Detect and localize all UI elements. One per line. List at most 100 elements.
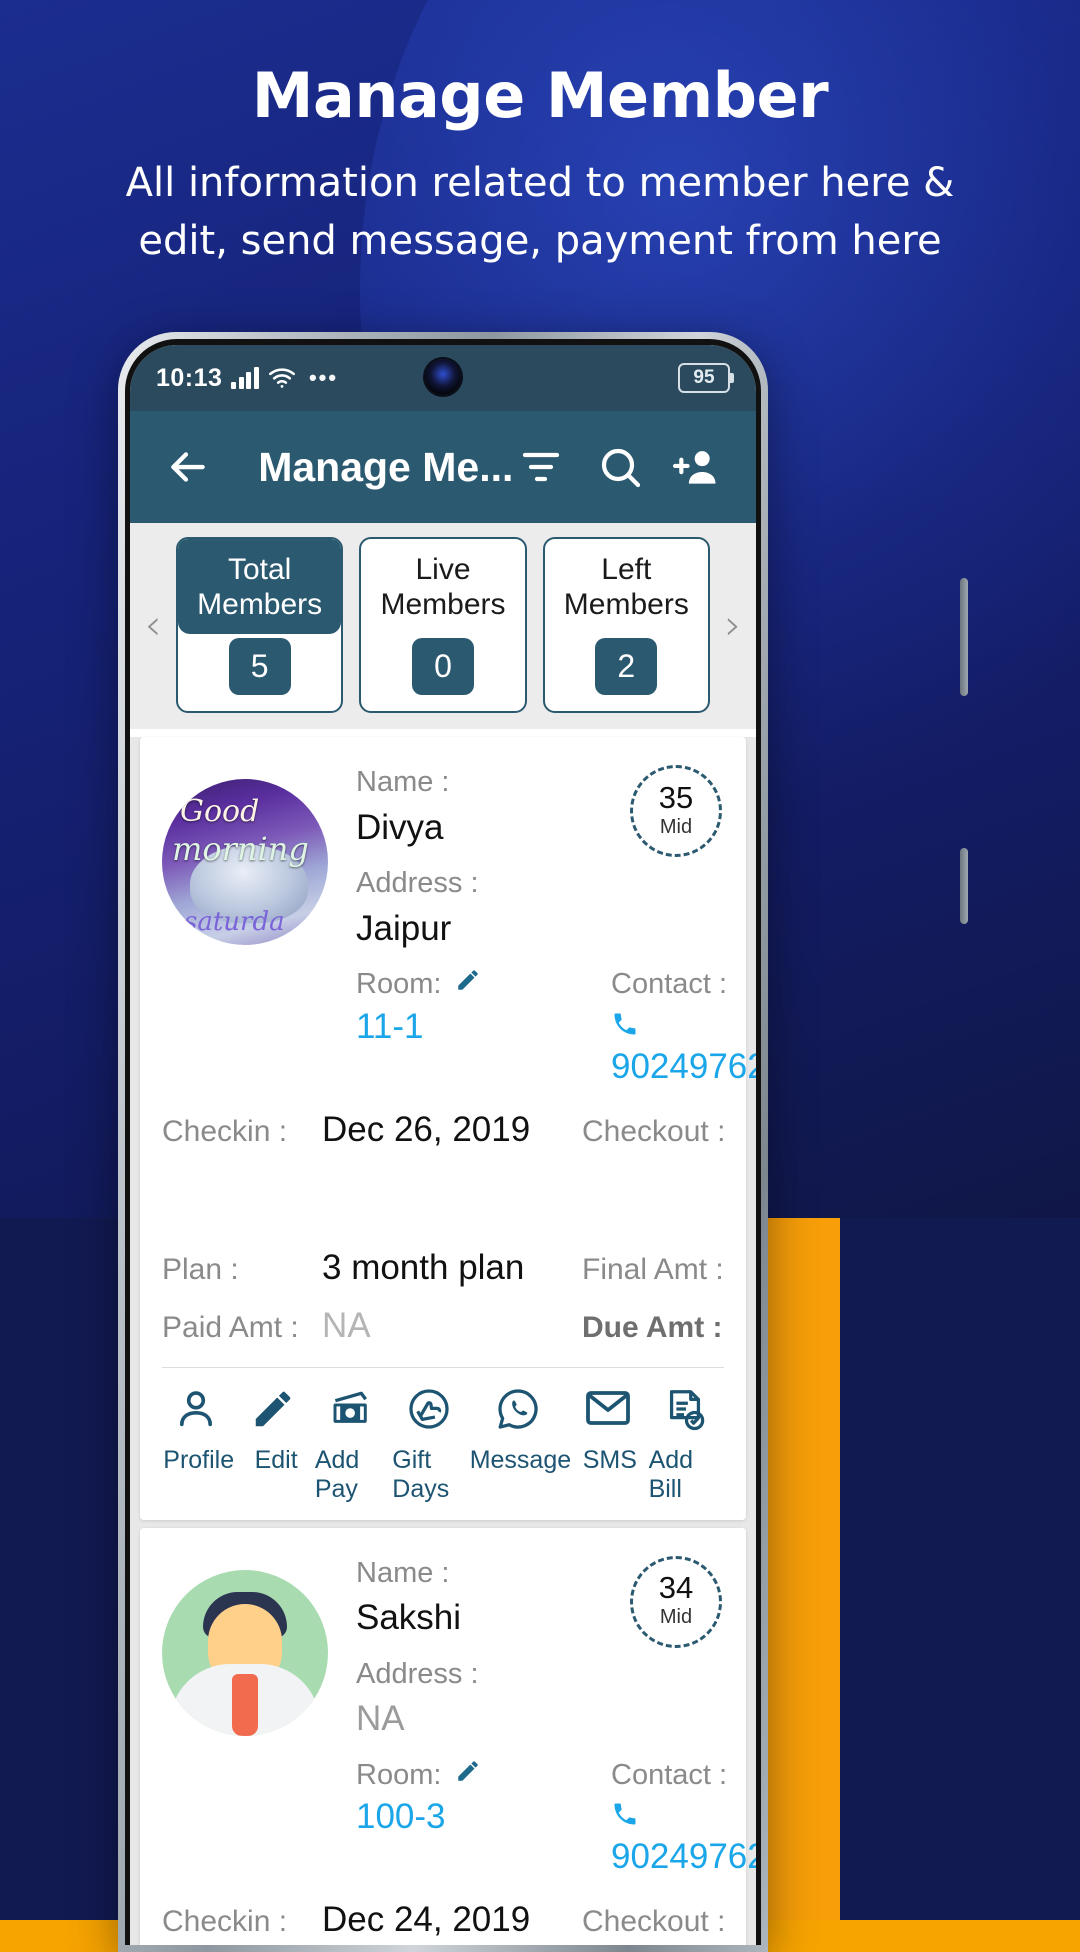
address-label: Address :	[356, 867, 479, 899]
member-action-bar: Profile Edit Add Pay Gift Days Message S…	[140, 1368, 746, 1520]
status-time: 10:13	[156, 363, 223, 392]
room-contact-row: Room: 100-3 Contact : 9024976	[356, 1754, 756, 1878]
avatar[interactable]	[162, 1569, 328, 1736]
table-row: Checkin : Dec 24, 2019 Checkout : Jan 23…	[162, 1891, 725, 1945]
checkin-label: Checkin :	[162, 1905, 288, 1938]
table-row: Plan : 3 month plan Final Amt : 0	[162, 1239, 724, 1297]
tab-live-members-count: 0	[411, 638, 474, 695]
action-add-bill[interactable]: Add Bill	[649, 1386, 726, 1504]
action-edit-label: Edit	[254, 1445, 298, 1474]
chevron-left-icon[interactable]: ‹	[130, 604, 176, 646]
pencil-icon[interactable]	[455, 1759, 481, 1791]
wifi-icon	[268, 367, 296, 389]
pencil-icon[interactable]	[455, 968, 481, 1000]
status-badge: 35 Mid	[630, 765, 722, 857]
promo-subtitle-line-2: edit, send message, payment from here	[138, 218, 942, 265]
member-contact[interactable]: 9024976278	[611, 1007, 756, 1087]
avatar-text-2: morning	[172, 830, 309, 868]
badge-text: Mid	[659, 1606, 693, 1628]
member-card[interactable]: Good morning saturda Name : Divya Addres…	[140, 737, 756, 1520]
checkout-label: Checkout :	[582, 1905, 726, 1938]
member-list: Good morning saturda Name : Divya Addres…	[130, 737, 756, 1945]
app-bar-title: Manage Me...	[258, 443, 514, 490]
phone-screen: 10:13 ••• 95 Manage Me... ‹ Total Member…	[130, 345, 756, 1945]
page-title: Manage Member	[251, 59, 829, 132]
table-row: Checkin : Dec 26, 2019 Checkout : Mar 25…	[162, 1101, 725, 1239]
room-block: Room: 100-3	[356, 1754, 611, 1878]
checkin-value: Dec 24, 2019	[322, 1900, 531, 1939]
status-bar-left: 10:13 •••	[156, 364, 338, 393]
bill-icon	[661, 1386, 713, 1438]
checkin-label: Checkin :	[162, 1114, 288, 1148]
tab-left-members[interactable]: Left Members 2	[542, 537, 710, 713]
phone-bezel: 10:13 ••• 95 Manage Me... ‹ Total Member…	[125, 339, 761, 1945]
badge-text: Mid	[659, 815, 693, 838]
paid-amt-value: NA	[322, 1305, 371, 1345]
thumbs-up-icon	[405, 1386, 457, 1438]
member-filter-tabs: ‹ Total Members 5 Live Members 0 Left Me…	[130, 523, 756, 729]
tab-total-members-label: Total Members	[178, 539, 342, 634]
member-room[interactable]: 100-3	[356, 1797, 611, 1837]
action-profile-label: Profile	[163, 1445, 235, 1474]
volume-button[interactable]	[960, 578, 968, 696]
search-icon[interactable]	[592, 435, 648, 499]
action-sms[interactable]: SMS	[571, 1386, 648, 1504]
checkin-value: Dec 26, 2019	[322, 1109, 531, 1149]
plan-label: Plan :	[162, 1252, 239, 1286]
avatar[interactable]: Good morning saturda	[162, 779, 328, 945]
promo-text-block: Manage Member All information related to…	[0, 59, 1080, 270]
action-edit[interactable]: Edit	[237, 1386, 314, 1504]
member-card[interactable]: Name : Sakshi Address : NA Room: 100-3 C…	[140, 1527, 756, 1945]
tab-total-members[interactable]: Total Members 5	[176, 537, 344, 713]
tab-live-members[interactable]: Live Members 0	[359, 537, 527, 713]
member-address: Jaipur	[356, 908, 452, 948]
address-label: Address :	[356, 1657, 479, 1690]
add-person-icon[interactable]	[670, 435, 726, 499]
room-block: Room: 11-1	[356, 963, 611, 1087]
action-add-pay[interactable]: Add Pay	[315, 1386, 392, 1504]
action-add-pay-label: Add Pay	[314, 1445, 360, 1503]
filter-icon[interactable]	[513, 435, 569, 499]
status-bar: 10:13 ••• 95	[130, 345, 756, 411]
badge-number: 35	[658, 779, 694, 815]
avatar-text-3: saturda	[184, 907, 285, 937]
promo-subtitle: All information related to member here &…	[0, 154, 1080, 270]
room-label-text: Room:	[356, 968, 442, 1000]
member-details-grid: Checkin : Dec 24, 2019 Checkout : Jan 23…	[140, 1877, 746, 1945]
action-add-bill-label: Add Bill	[648, 1445, 694, 1503]
status-badge: 34 Mid	[630, 1555, 722, 1648]
member-details-grid: Checkin : Dec 26, 2019 Checkout : Mar 25…	[140, 1087, 746, 1363]
contact-label: Contact :	[611, 1758, 728, 1791]
plan-value: 3 month plan	[322, 1247, 525, 1287]
promo-subtitle-line-1: All information related to member here &	[125, 160, 955, 207]
action-gift-days-label: Gift Days	[392, 1445, 450, 1503]
member-room[interactable]: 11-1	[356, 1007, 611, 1047]
tab-total-members-count: 5	[228, 638, 291, 695]
tab-left-members-count: 2	[595, 638, 658, 695]
member-card-header: Good morning saturda Name : Divya Addres…	[140, 757, 756, 1087]
tab-left-members-label: Left Members	[563, 553, 689, 621]
background-left-strip	[0, 1218, 126, 1920]
checkout-label: Checkout :	[582, 1114, 726, 1148]
room-contact-row: Room: 11-1 Contact : 9024976	[356, 963, 756, 1087]
front-camera-punch-hole	[425, 359, 461, 395]
member-contact[interactable]: 9024976278	[611, 1797, 756, 1877]
member-card-header: Name : Sakshi Address : NA Room: 100-3 C…	[140, 1548, 756, 1878]
action-gift-days[interactable]: Gift Days	[392, 1386, 469, 1504]
phone-icon	[611, 1007, 639, 1046]
back-arrow-icon[interactable]	[160, 435, 216, 499]
avatar-text-1: Good	[180, 794, 260, 829]
chevron-right-icon[interactable]: ›	[710, 604, 756, 646]
action-message-label: Message	[469, 1445, 572, 1474]
action-profile[interactable]: Profile	[160, 1386, 237, 1504]
final-amt-label: Final Amt :	[582, 1252, 724, 1286]
power-button[interactable]	[960, 848, 968, 924]
member-address: NA	[356, 1699, 405, 1738]
room-label: Room:	[356, 1754, 611, 1798]
badge-number: 34	[658, 1570, 694, 1605]
phone-mockup: 10:13 ••• 95 Manage Me... ‹ Total Member…	[118, 332, 768, 1952]
action-message[interactable]: Message	[470, 1386, 571, 1504]
phone-icon	[611, 1797, 639, 1836]
avatar-tie	[232, 1673, 258, 1736]
member-contact-number: 9024976278	[611, 1837, 756, 1876]
